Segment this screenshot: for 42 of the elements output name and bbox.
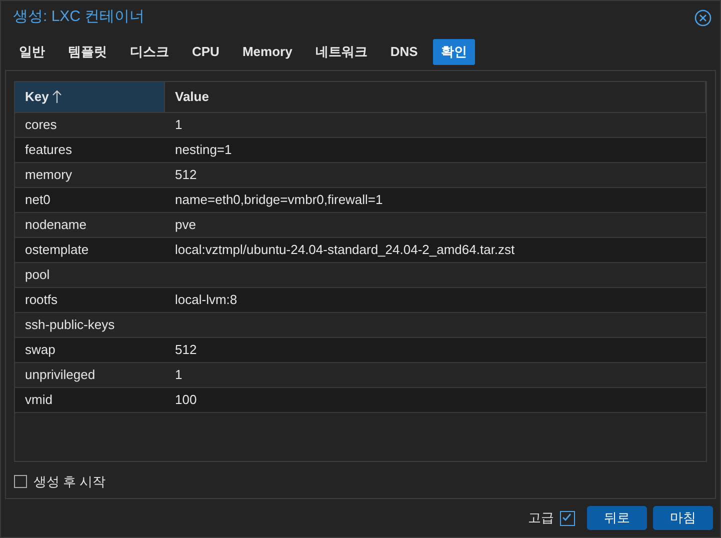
tab[interactable]: DNS <box>382 39 426 64</box>
table-cell-text: features <box>24 141 73 160</box>
table-cell-text: local-lvm:8 <box>174 291 238 310</box>
table-cell-text: nesting=1 <box>174 141 232 160</box>
column-header[interactable]: Key <box>15 82 165 112</box>
window-title: 생성: LXC 컨테이너 <box>13 7 145 28</box>
table-cell-text: pve <box>174 216 196 234</box>
table-cell-text: 512 <box>174 341 197 360</box>
sort-arrow-icon <box>52 90 62 104</box>
button[interactable]: 마침 <box>653 506 713 530</box>
checkmark-icon <box>561 512 572 522</box>
tab[interactable]: 네트워크 <box>307 39 376 64</box>
table-cell-text: memory <box>24 166 73 184</box>
table-cell-text: 512 <box>174 166 197 184</box>
table-cell-text: ostemplate <box>24 241 90 260</box>
table-cell-text: vmid <box>24 391 54 410</box>
table-cell-text: rootfs <box>24 291 59 310</box>
checkbox-label: 고급 <box>528 509 554 528</box>
table-cell-text: 100 <box>174 391 197 410</box>
tab[interactable]: Memory <box>234 39 300 64</box>
checkbox[interactable] <box>14 475 27 488</box>
tab[interactable]: CPU <box>184 39 228 64</box>
table-cell-text: pool <box>24 266 51 284</box>
close-icon[interactable] <box>694 8 712 26</box>
tab[interactable]: 템플릿 <box>60 39 115 64</box>
tab[interactable]: 디스크 <box>122 39 177 64</box>
tab[interactable]: 일반 <box>11 39 53 64</box>
table-cell-text: local:vztmpl/ubuntu-24.04-standard_24.04-2_amd64.tar.zst <box>174 241 515 260</box>
checkbox-label: 생성 후 시작 <box>34 472 106 491</box>
table-cell-text: ssh-public-keys <box>24 316 116 334</box>
table-cell-text: 1 <box>174 366 182 384</box>
table-cell-text: 1 <box>174 116 182 134</box>
table-cell-text: net0 <box>24 191 52 210</box>
table-cell-text: cores <box>24 116 58 134</box>
table-cell-text: unprivileged <box>24 366 96 384</box>
table-cell-text: name=eth0,bridge=vmbr0,firewall=1 <box>174 191 383 210</box>
column-header[interactable]: Value <box>165 82 706 112</box>
tab[interactable]: 확인 <box>432 39 475 64</box>
table-cell-text: swap <box>24 341 56 360</box>
button[interactable]: 뒤로 <box>587 506 647 530</box>
checkbox[interactable] <box>560 510 575 526</box>
table-cell-text: nodename <box>24 216 88 234</box>
